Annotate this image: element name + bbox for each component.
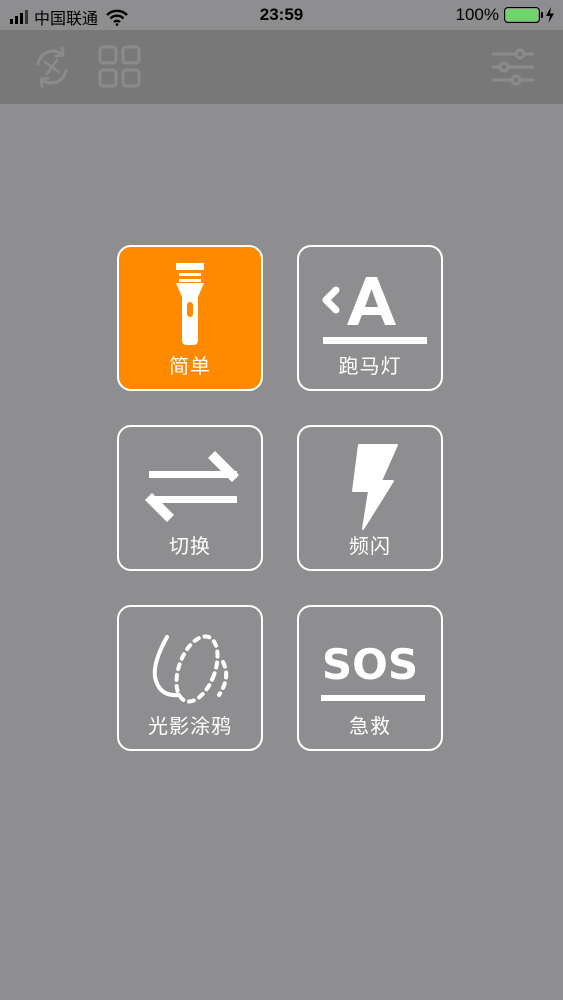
mode-label: 跑马灯 xyxy=(338,354,402,378)
mode-tile-simple[interactable]: 简单 xyxy=(117,245,263,391)
charging-bolt-icon xyxy=(546,7,554,23)
settings-sliders-button[interactable] xyxy=(488,42,538,92)
top-toolbar xyxy=(0,30,563,104)
swap-arrows-icon xyxy=(145,451,239,522)
marquee-icon xyxy=(322,277,427,344)
mode-label: 频闪 xyxy=(349,534,391,558)
grid-button[interactable] xyxy=(95,42,145,92)
battery-icon xyxy=(504,7,543,23)
battery-percent: 100% xyxy=(455,5,499,24)
light-painting-icon xyxy=(152,634,229,704)
mode-label: 简单 xyxy=(169,354,211,378)
mode-label: 光影涂鸦 xyxy=(148,714,232,738)
status-right: 100% xyxy=(456,5,555,25)
mode-tile-marquee[interactable]: 跑马灯 xyxy=(297,245,443,391)
carrier-name: 中国联通 xyxy=(34,9,99,28)
status-bar: 中国联通 23:59 100% xyxy=(0,0,563,30)
lightning-icon xyxy=(352,444,398,530)
status-left: 中国联通 xyxy=(10,5,128,29)
sos-text: SOS xyxy=(322,640,418,689)
signal-strength-icon xyxy=(10,10,28,24)
sliders-icon xyxy=(491,48,535,86)
wifi-icon xyxy=(106,9,128,26)
mode-tile-sos[interactable]: SOS 急救 xyxy=(297,605,443,751)
mode-label: 急救 xyxy=(349,714,391,738)
mode-tile-light-painting[interactable]: 光影涂鸦 xyxy=(117,605,263,751)
rotate-button[interactable] xyxy=(27,42,77,92)
rotate-icon xyxy=(36,46,68,88)
mode-label: 切换 xyxy=(169,534,211,558)
mode-tile-switch[interactable]: 切换 xyxy=(117,425,263,571)
grid-icon xyxy=(98,45,141,88)
flashlight-icon xyxy=(176,263,204,345)
sos-icon: SOS xyxy=(321,640,425,701)
mode-tile-strobe[interactable]: 频闪 xyxy=(297,425,443,571)
